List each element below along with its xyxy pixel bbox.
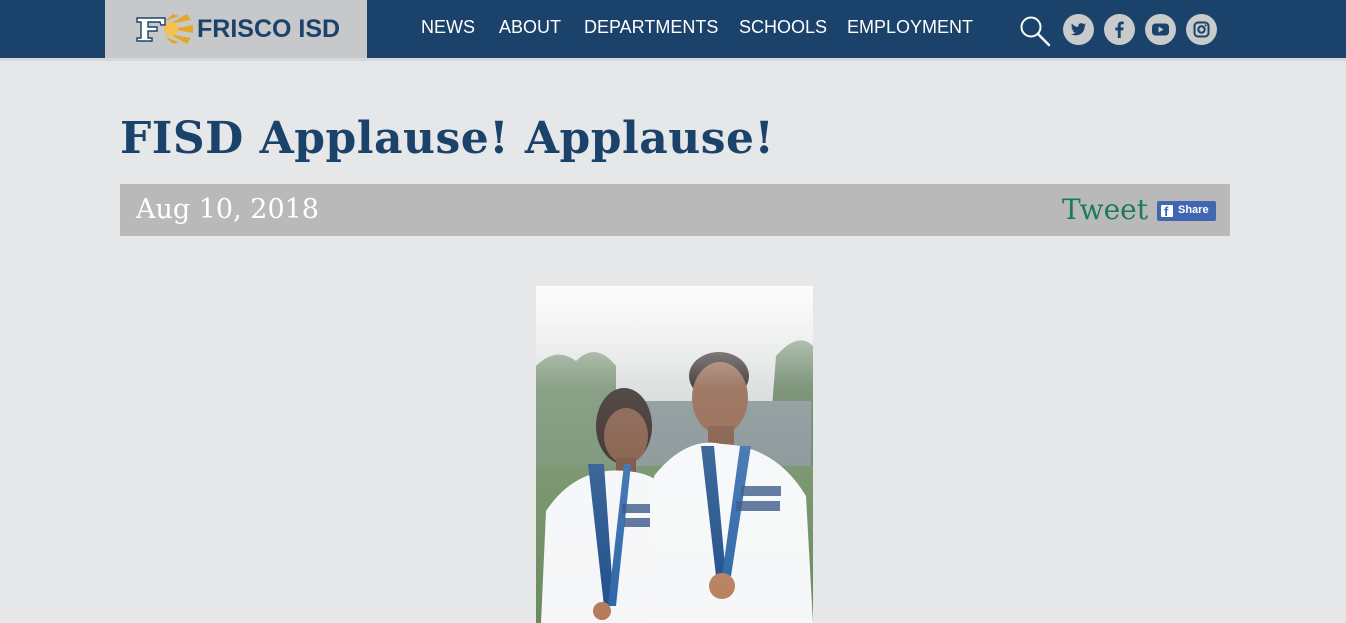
nav-schools[interactable]: SCHOOLS xyxy=(739,17,827,38)
nav-about[interactable]: ABOUT xyxy=(499,17,561,38)
facebook-icon xyxy=(1115,21,1124,38)
nav-news[interactable]: NEWS xyxy=(421,17,475,38)
youtube-icon xyxy=(1152,23,1169,36)
page-title: FISD Applause! Applause! xyxy=(120,113,775,164)
site-logo[interactable]: FRISCO ISD xyxy=(105,0,367,58)
instagram-link[interactable] xyxy=(1186,14,1217,45)
nav-employment[interactable]: EMPLOYMENT xyxy=(847,17,973,38)
search-icon[interactable] xyxy=(1019,15,1051,47)
facebook-f-icon: f xyxy=(1161,204,1173,219)
article-meta-bar: Aug 10, 2018 Tweet f Share xyxy=(120,184,1230,236)
article-photo xyxy=(536,286,813,623)
site-header: FRISCO ISD NEWS ABOUT DEPARTMENTS SCHOOL… xyxy=(0,0,1346,61)
youtube-link[interactable] xyxy=(1145,14,1176,45)
facebook-share-button[interactable]: f Share xyxy=(1157,201,1216,221)
twitter-icon xyxy=(1071,23,1086,36)
article-date: Aug 10, 2018 xyxy=(136,194,319,225)
facebook-link[interactable] xyxy=(1104,14,1135,45)
frisco-logo-icon xyxy=(136,14,193,44)
twitter-link[interactable] xyxy=(1063,14,1094,45)
students-with-medals-image xyxy=(536,286,813,623)
instagram-icon xyxy=(1193,21,1210,38)
logo-text: FRISCO ISD xyxy=(197,15,341,43)
nav-departments[interactable]: DEPARTMENTS xyxy=(584,17,718,38)
tweet-button[interactable]: Tweet xyxy=(1062,193,1148,226)
share-label: Share xyxy=(1178,204,1209,216)
